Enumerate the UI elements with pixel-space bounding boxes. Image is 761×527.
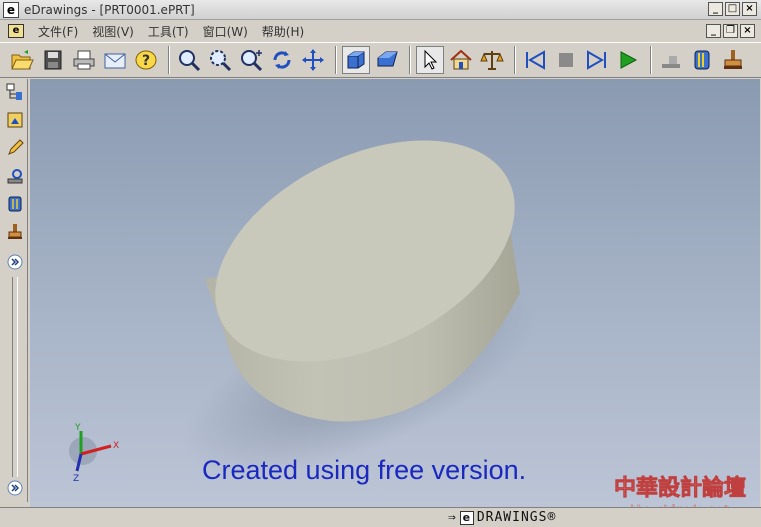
print-button[interactable] bbox=[70, 46, 98, 74]
select-button[interactable] bbox=[416, 46, 444, 74]
email-icon bbox=[104, 53, 126, 69]
brand-text: DRAWINGS® bbox=[476, 510, 557, 525]
section-button[interactable] bbox=[657, 46, 685, 74]
save-icon bbox=[44, 50, 62, 70]
title-bar: e eDrawings - [PRT0001.ePRT] _ □ × bbox=[0, 0, 761, 20]
chevron-double-right-icon bbox=[7, 480, 23, 496]
sheet-icon bbox=[7, 112, 23, 128]
measure-tool-icon bbox=[7, 169, 23, 184]
select-icon bbox=[424, 49, 438, 70]
zoom-fit-icon bbox=[179, 50, 201, 72]
stop-icon bbox=[559, 53, 573, 67]
section-icon bbox=[662, 56, 680, 68]
graphics-viewport[interactable]: Y X Z Created using free version. bbox=[30, 79, 760, 507]
component-tree-button[interactable] bbox=[4, 81, 26, 103]
home-icon bbox=[450, 49, 472, 70]
expand-toolbar-button[interactable] bbox=[4, 251, 26, 273]
pencil-icon bbox=[8, 139, 24, 155]
zoom-area-icon bbox=[210, 50, 232, 72]
edrawings-brand: ⇒ e DRAWINGS® bbox=[448, 510, 556, 525]
app-icon: e bbox=[3, 1, 19, 18]
axis-triad: Y X Z bbox=[69, 423, 119, 484]
menu-bar: e 文件(F) 视图(V) 工具(T) 窗口(W) 帮助(H) _ ❐ × bbox=[0, 21, 761, 41]
triad-y-label: Y bbox=[74, 423, 81, 433]
close-button[interactable]: × bbox=[742, 2, 757, 16]
perspective-button[interactable] bbox=[373, 46, 401, 74]
sheets-button[interactable] bbox=[4, 109, 26, 131]
left-toolbar bbox=[2, 79, 28, 502]
forum-name: 中華設計論壇 bbox=[614, 475, 746, 501]
markup-pen-button[interactable] bbox=[4, 137, 26, 159]
play-icon bbox=[620, 51, 638, 69]
toolbar-separator bbox=[514, 46, 516, 74]
window-title: eDrawings - [PRT0001.ePRT] bbox=[24, 2, 195, 17]
left-toolbar-slider[interactable] bbox=[12, 277, 18, 477]
stamp-tool-icon bbox=[8, 196, 22, 212]
help-button[interactable]: ? bbox=[132, 46, 160, 74]
toolbar-separator bbox=[335, 46, 337, 74]
menu-tools[interactable]: 工具(T) bbox=[148, 23, 189, 40]
menu-help[interactable]: 帮助(H) bbox=[262, 23, 304, 40]
play-button[interactable] bbox=[614, 46, 642, 74]
shaded-view-button[interactable] bbox=[342, 46, 370, 74]
print-icon bbox=[73, 50, 95, 70]
edrawings-logo: e bbox=[459, 510, 474, 525]
zoom-in-out-icon bbox=[241, 50, 263, 72]
menu-file[interactable]: 文件(F) bbox=[38, 23, 78, 40]
triad-z-label: Z bbox=[73, 474, 79, 484]
markup-button[interactable] bbox=[719, 46, 747, 74]
stamp-button[interactable] bbox=[688, 46, 716, 74]
markup-tool-button[interactable] bbox=[4, 221, 26, 243]
menu-window[interactable]: 窗口(W) bbox=[203, 23, 248, 40]
first-frame-icon bbox=[526, 50, 545, 70]
tree-icon bbox=[6, 83, 22, 100]
stop-button[interactable] bbox=[552, 46, 580, 74]
cylinder-part[interactable] bbox=[30, 79, 760, 507]
minimize-button[interactable]: _ bbox=[708, 2, 723, 16]
chevron-double-right-icon bbox=[7, 254, 23, 270]
markup-icon bbox=[724, 50, 742, 69]
arrow-right-icon: ⇒ bbox=[448, 510, 457, 525]
zoom-area-button[interactable] bbox=[206, 46, 234, 74]
free-version-watermark: Created using free version. bbox=[202, 455, 527, 485]
triad-x-label: X bbox=[113, 441, 119, 451]
doc-restore-button[interactable]: ❐ bbox=[723, 24, 738, 38]
toolbar-separator bbox=[409, 46, 411, 74]
main-toolbar: ? bbox=[0, 42, 761, 78]
open-icon bbox=[11, 50, 34, 70]
document-icon[interactable]: e bbox=[8, 24, 24, 38]
toolbar-separator bbox=[650, 46, 652, 74]
measure-icon bbox=[480, 51, 504, 70]
expand-bottom-button[interactable] bbox=[4, 477, 26, 499]
zoom-fit-button[interactable] bbox=[175, 46, 203, 74]
markup-tool-icon bbox=[8, 224, 22, 239]
stamp-tool-button[interactable] bbox=[4, 193, 26, 215]
rotate-icon bbox=[273, 51, 291, 69]
doc-minimize-button[interactable]: _ bbox=[706, 24, 721, 38]
shaded-view-icon bbox=[347, 51, 365, 69]
stamp-icon bbox=[694, 50, 710, 70]
next-frame-icon bbox=[587, 50, 606, 70]
doc-close-button[interactable]: × bbox=[740, 24, 755, 38]
pan-button[interactable] bbox=[299, 46, 327, 74]
measure-tool-button[interactable] bbox=[4, 165, 26, 187]
zoom-in-out-button[interactable] bbox=[237, 46, 265, 74]
open-button[interactable] bbox=[8, 46, 36, 74]
perspective-icon bbox=[377, 51, 398, 67]
home-button[interactable] bbox=[447, 46, 475, 74]
status-bar: ⇒ e DRAWINGS® bbox=[0, 507, 761, 527]
next-frame-button[interactable] bbox=[583, 46, 611, 74]
svg-text:?: ? bbox=[142, 53, 150, 69]
toolbar-separator bbox=[168, 46, 170, 74]
first-frame-button[interactable] bbox=[521, 46, 549, 74]
maximize-button[interactable]: □ bbox=[725, 2, 740, 16]
help-icon: ? bbox=[135, 50, 157, 70]
save-button[interactable] bbox=[39, 46, 67, 74]
rotate-button[interactable] bbox=[268, 46, 296, 74]
email-button[interactable] bbox=[101, 46, 129, 74]
measure-button[interactable] bbox=[478, 46, 506, 74]
pan-icon bbox=[302, 49, 324, 71]
menu-view[interactable]: 视图(V) bbox=[92, 23, 134, 40]
